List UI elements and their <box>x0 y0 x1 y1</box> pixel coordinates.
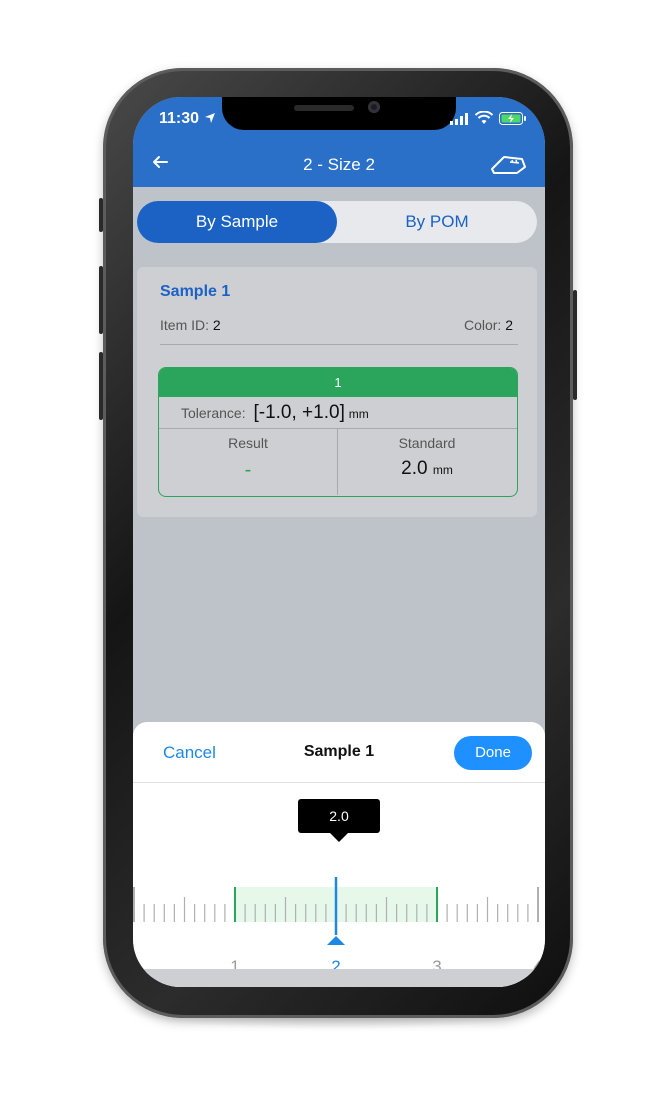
standard-value: 2.0 <box>401 458 428 479</box>
done-button[interactable]: Done <box>454 736 532 770</box>
volume-up-button <box>99 266 103 334</box>
front-camera <box>368 101 380 113</box>
measurement-box[interactable]: 1 Tolerance: [-1.0, +1.0] mm Result - St… <box>158 367 518 497</box>
item-id: Item ID: 2 <box>160 317 221 333</box>
battery-charging-icon <box>499 112 526 125</box>
sample-title: Sample 1 <box>160 283 231 300</box>
standard-value-wrap: 2.0 mm <box>338 458 516 480</box>
sample-card: Sample 1 Item ID: 2 Color: 2 1 Tolerance… <box>137 267 537 517</box>
view-mode-toggle: By Sample By POM <box>137 201 537 243</box>
color-value: 2 <box>505 317 513 333</box>
ruler-indicator-triangle[interactable] <box>327 936 345 945</box>
result-label: Result <box>228 435 268 451</box>
speaker <box>294 105 354 111</box>
color-label: Color: <box>463 317 502 333</box>
measurement-values: Result - Standard 2.0 mm <box>159 429 517 495</box>
power-button <box>573 290 577 400</box>
standard-column: Standard 2.0 mm <box>338 429 516 495</box>
value-picker-sheet: Cancel Sample 1 Done 2.0 01234 <box>133 722 545 987</box>
measurement-header: 1 <box>159 368 517 397</box>
tab-by-pom[interactable]: By POM <box>337 201 537 243</box>
tolerance-row: Tolerance: [-1.0, +1.0] mm <box>159 397 517 429</box>
color: Color: 2 <box>464 317 513 333</box>
tolerance-label: Tolerance: <box>181 405 246 421</box>
status-time: 11:30 <box>159 110 200 127</box>
measurement-ruler[interactable]: 01234 <box>133 857 545 977</box>
tab-by-sample[interactable]: By Sample <box>137 201 337 243</box>
status-bar: 11:30 <box>133 97 545 143</box>
tooltip-arrow <box>329 832 349 842</box>
location-arrow-icon <box>205 113 215 123</box>
item-id-label: Item ID: <box>160 317 210 333</box>
value-tooltip: 2.0 <box>298 799 380 833</box>
divider <box>160 344 518 345</box>
page-title: 2 - Size 2 <box>303 155 375 174</box>
result-column: Result - <box>159 429 338 495</box>
mute-switch <box>99 198 103 232</box>
phone-screen: 11:30 2 - Size 2 By Sample By POM Sample… <box>133 97 545 987</box>
measuring-tape-icon[interactable] <box>489 153 527 182</box>
standard-label: Standard <box>398 435 456 451</box>
tolerance-value: [-1.0, +1.0] <box>253 402 345 423</box>
result-value: - <box>244 459 252 481</box>
sheet-divider <box>133 782 545 783</box>
home-indicator-area <box>133 969 545 987</box>
volume-down-button <box>99 352 103 420</box>
tolerance-unit: mm <box>348 407 369 421</box>
notch <box>222 97 456 130</box>
wifi-icon <box>475 111 493 124</box>
nav-bar: 2 - Size 2 <box>133 143 545 187</box>
item-id-value: 2 <box>212 317 221 333</box>
signal-icon <box>450 113 468 125</box>
standard-unit: mm <box>432 463 453 477</box>
